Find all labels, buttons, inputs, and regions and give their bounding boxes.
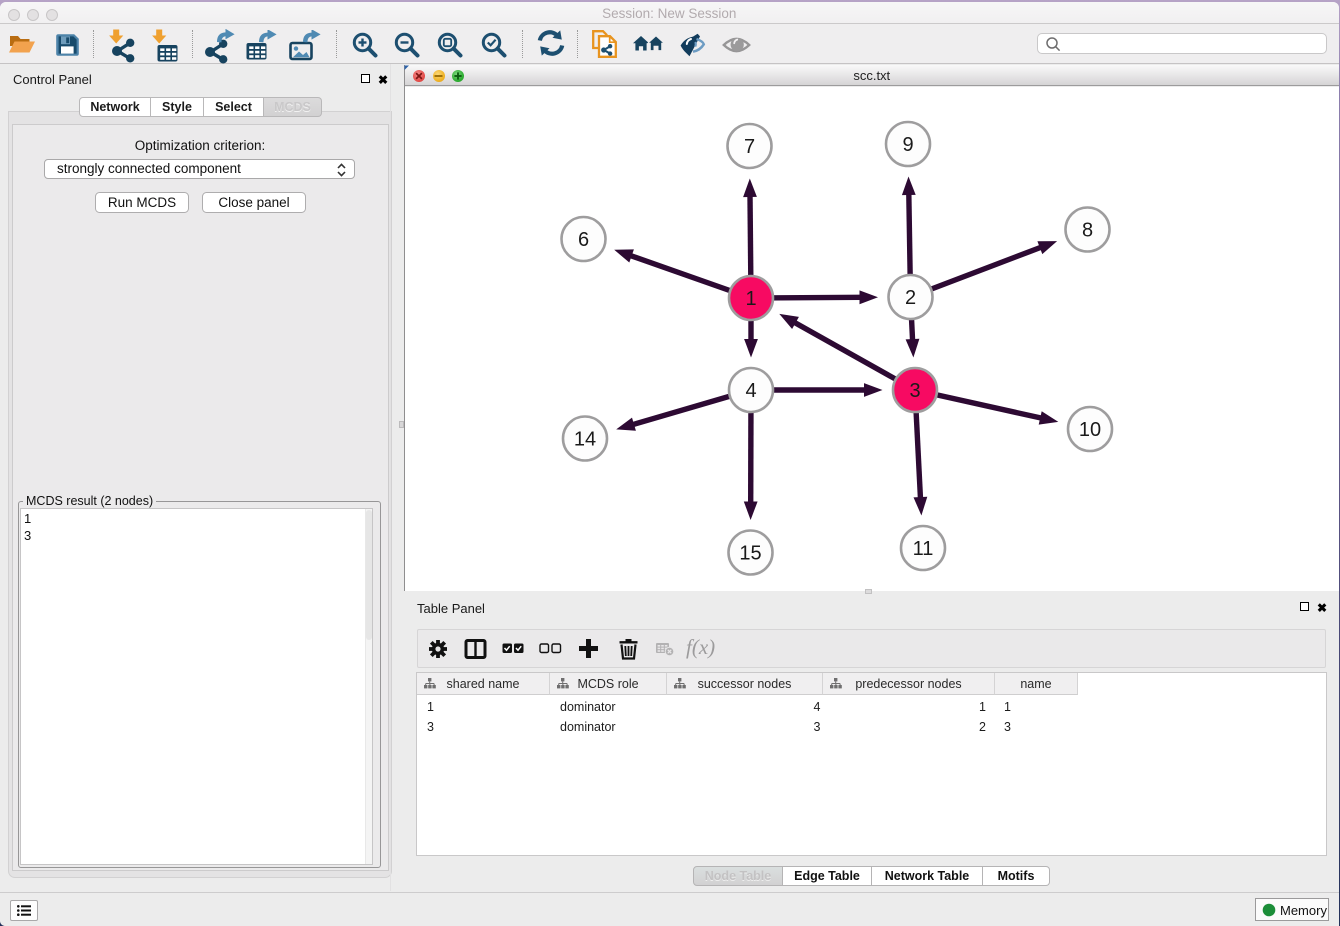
svg-text:15: 15	[739, 543, 761, 565]
svg-text:8: 8	[1082, 220, 1093, 242]
svg-text:2: 2	[905, 287, 916, 309]
svg-text:9: 9	[902, 134, 913, 156]
svg-text:1: 1	[745, 288, 756, 310]
svg-text:10: 10	[1079, 419, 1101, 441]
svg-text:11: 11	[913, 538, 934, 560]
svg-text:6: 6	[578, 229, 589, 251]
svg-text:7: 7	[744, 136, 755, 158]
svg-text:3: 3	[909, 380, 920, 402]
svg-text:4: 4	[745, 380, 756, 402]
svg-text:14: 14	[574, 429, 596, 451]
